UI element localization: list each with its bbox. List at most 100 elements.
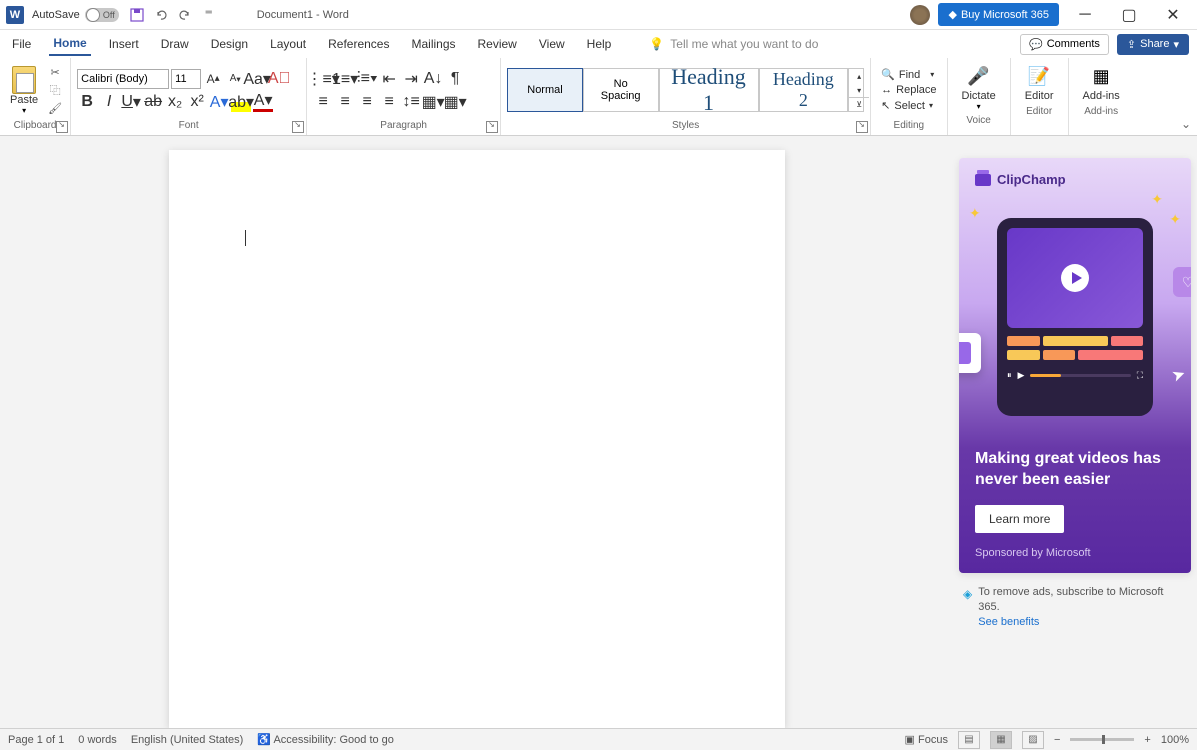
underline-button[interactable]: U▾: [121, 92, 141, 112]
save-icon[interactable]: [129, 7, 145, 23]
grow-font-icon[interactable]: A▴: [203, 69, 223, 89]
page-indicator[interactable]: Page 1 of 1: [8, 734, 64, 746]
styles-expand-icon[interactable]: ⊻: [849, 97, 869, 111]
zoom-slider[interactable]: [1070, 738, 1134, 741]
document-title: Document1 - Word: [257, 9, 349, 21]
align-right-icon[interactable]: ≡: [357, 92, 377, 112]
zoom-out-button[interactable]: −: [1054, 734, 1060, 746]
autosave-toggle[interactable]: Off: [85, 8, 119, 22]
paste-button[interactable]: Paste ▾: [6, 64, 42, 117]
increase-indent-icon[interactable]: ⇥: [401, 69, 421, 89]
statusbar: Page 1 of 1 0 words English (United Stat…: [0, 728, 1197, 750]
text-effects-icon[interactable]: A▾: [209, 92, 229, 112]
focus-mode-button[interactable]: ▣ Focus: [905, 733, 948, 746]
web-layout-icon[interactable]: ▨: [1022, 731, 1044, 749]
font-size-select[interactable]: [171, 69, 201, 89]
cursor-icon: ↖: [881, 99, 890, 112]
sort-icon[interactable]: A↓: [423, 69, 443, 89]
document-page[interactable]: [169, 150, 785, 728]
group-label-styles: Styles: [507, 120, 864, 133]
user-avatar[interactable]: [910, 5, 930, 25]
style-normal[interactable]: Normal: [507, 68, 583, 112]
editor-button[interactable]: 📝 Editor: [1017, 60, 1062, 106]
highlight-icon[interactable]: ab▾: [231, 92, 251, 112]
format-painter-icon[interactable]: 🖌: [46, 100, 64, 116]
read-mode-icon[interactable]: ▤: [958, 731, 980, 749]
undo-icon[interactable]: [153, 7, 169, 23]
document-area[interactable]: [0, 136, 953, 728]
paragraph-launcher[interactable]: [486, 121, 498, 133]
maximize-button[interactable]: ▢: [1111, 1, 1147, 29]
copy-icon[interactable]: ⿻: [46, 82, 64, 98]
collapse-ribbon-icon[interactable]: ⌄: [1181, 117, 1191, 131]
select-button[interactable]: ↖Select▾: [877, 98, 940, 113]
tab-layout[interactable]: Layout: [266, 33, 310, 55]
subscript-button[interactable]: x₂: [165, 92, 185, 112]
comments-button[interactable]: 💬 Comments: [1020, 34, 1109, 55]
tab-home[interactable]: Home: [49, 32, 90, 56]
dictate-button[interactable]: 🎤 Dictate ▾: [954, 60, 1004, 115]
tab-view[interactable]: View: [535, 33, 569, 55]
tell-me-search[interactable]: 💡 Tell me what you want to do: [649, 37, 818, 51]
borders-icon[interactable]: ▦▾: [445, 92, 465, 112]
cut-icon[interactable]: ✂: [46, 64, 64, 80]
italic-button[interactable]: I: [99, 92, 119, 112]
tab-references[interactable]: References: [324, 33, 393, 55]
find-button[interactable]: 🔍Find▾: [877, 67, 940, 82]
group-voice: 🎤 Dictate ▾ Voice: [948, 58, 1011, 135]
style-heading2[interactable]: Heading 2: [759, 68, 849, 112]
redo-icon[interactable]: [177, 7, 193, 23]
tab-file[interactable]: File: [8, 33, 35, 55]
styles-row-down-icon[interactable]: ▾: [849, 83, 869, 97]
shrink-font-icon[interactable]: A▾: [225, 69, 245, 89]
shading-icon[interactable]: ▦▾: [423, 92, 443, 112]
tab-mailings[interactable]: Mailings: [407, 33, 459, 55]
style-no-spacing[interactable]: No Spacing: [583, 68, 659, 112]
bullets-icon[interactable]: ⋮≡▾: [313, 69, 333, 89]
workspace: ClipChamp ✦ ✦ ✦ ✦ ✦: [0, 136, 1197, 728]
minimize-button[interactable]: ─: [1067, 1, 1103, 29]
sparkle-icon: ✦: [1151, 191, 1163, 208]
tab-help[interactable]: Help: [583, 33, 616, 55]
zoom-level[interactable]: 100%: [1161, 734, 1189, 746]
print-layout-icon[interactable]: ▦: [990, 731, 1012, 749]
buy-microsoft-365-button[interactable]: ◆ Buy Microsoft 365: [938, 3, 1059, 26]
clear-format-icon[interactable]: A⃠: [269, 69, 289, 89]
addins-button[interactable]: ▦ Add-ins: [1075, 60, 1128, 106]
font-color-icon[interactable]: A▾: [253, 92, 273, 112]
line-spacing-icon[interactable]: ↕≡: [401, 92, 421, 112]
learn-more-button[interactable]: Learn more: [975, 505, 1064, 533]
sparkle-icon: ✦: [969, 205, 981, 222]
tab-design[interactable]: Design: [207, 33, 252, 55]
font-launcher[interactable]: [292, 121, 304, 133]
accessibility-status[interactable]: ♿ Accessibility: Good to go: [257, 733, 394, 746]
align-center-icon[interactable]: ≡: [335, 92, 355, 112]
decrease-indent-icon[interactable]: ⇤: [379, 69, 399, 89]
qat-customize-icon[interactable]: ⁼: [201, 7, 217, 23]
zoom-in-button[interactable]: +: [1144, 734, 1150, 746]
superscript-button[interactable]: x²: [187, 92, 207, 112]
styles-row-up-icon[interactable]: ▴: [849, 69, 869, 83]
strikethrough-button[interactable]: ab: [143, 92, 163, 112]
tab-draw[interactable]: Draw: [157, 33, 193, 55]
group-editing: 🔍Find▾ ↔Replace ↖Select▾ Editing: [871, 58, 947, 135]
multilevel-icon[interactable]: ⫶≡▾: [357, 69, 377, 89]
clipboard-launcher[interactable]: [56, 121, 68, 133]
share-button[interactable]: ⇪ Share ▾: [1117, 34, 1189, 55]
justify-icon[interactable]: ≡: [379, 92, 399, 112]
tab-review[interactable]: Review: [474, 33, 521, 55]
see-benefits-link[interactable]: See benefits: [978, 615, 1187, 630]
styles-launcher[interactable]: [856, 121, 868, 133]
bold-button[interactable]: B: [77, 92, 97, 112]
font-name-select[interactable]: [77, 69, 169, 89]
numbering-icon[interactable]: 1≡▾: [335, 69, 355, 89]
style-heading1[interactable]: Heading 1: [659, 68, 759, 112]
language-indicator[interactable]: English (United States): [131, 734, 244, 746]
change-case-icon[interactable]: Aa▾: [247, 69, 267, 89]
replace-button[interactable]: ↔Replace: [877, 83, 940, 97]
show-marks-icon[interactable]: ¶: [445, 69, 465, 89]
word-count[interactable]: 0 words: [78, 734, 117, 746]
tab-insert[interactable]: Insert: [105, 33, 143, 55]
align-left-icon[interactable]: ≡: [313, 92, 333, 112]
close-button[interactable]: ✕: [1155, 1, 1191, 29]
